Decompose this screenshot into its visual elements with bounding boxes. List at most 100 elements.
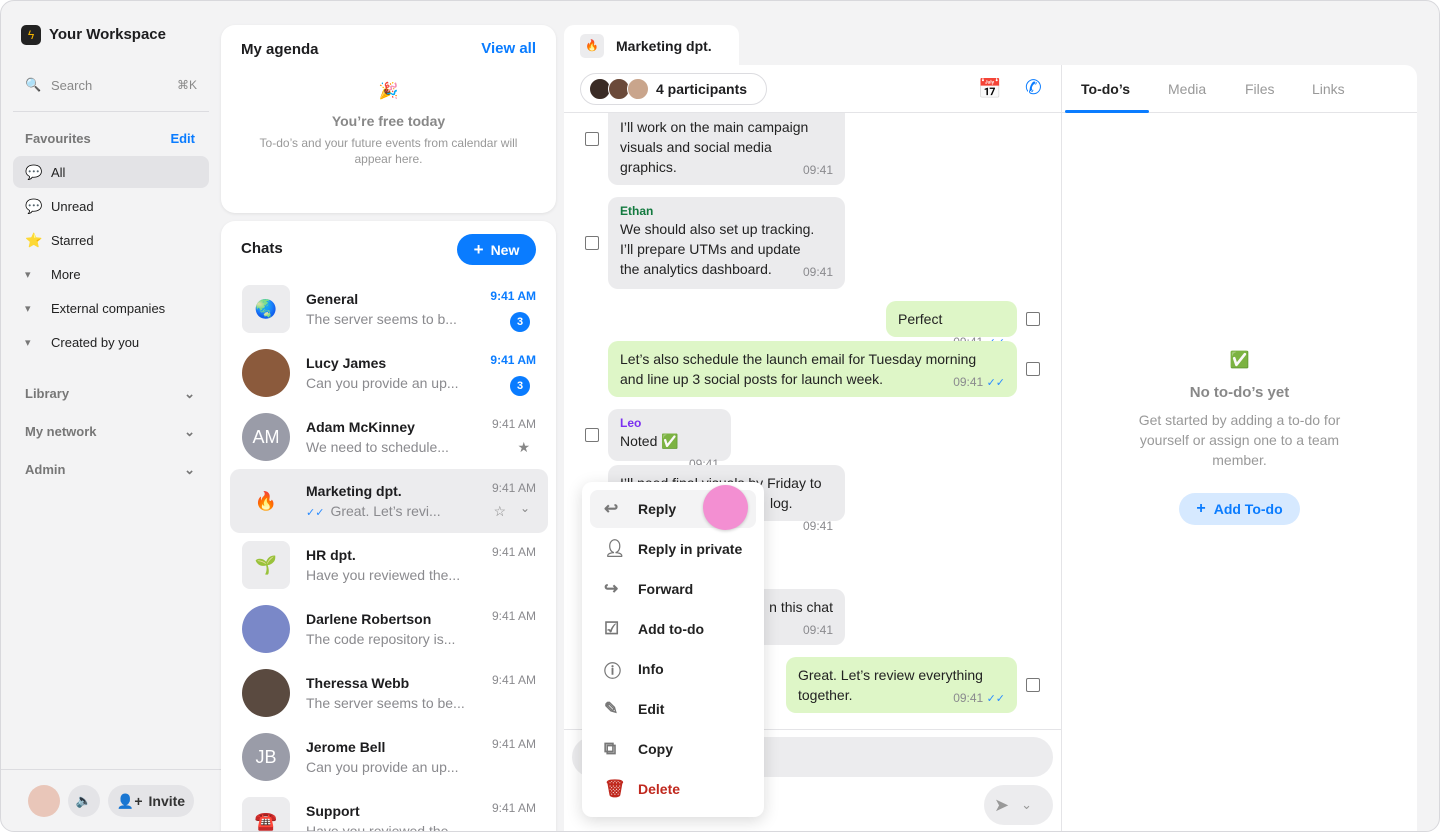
sidebar-item-created-by-you[interactable]: ▾ Created by you [13, 326, 209, 358]
divider [1061, 65, 1062, 831]
chat-time: 9:41 AM [491, 673, 536, 687]
menu-item-edit[interactable]: ✎ Edit [590, 690, 756, 728]
chat-list-item[interactable]: ☎️ Support Have you reviewed the... 9:41… [230, 789, 548, 831]
send-icon: ➤ [994, 794, 1010, 815]
person-icon: 👤︎ [604, 539, 626, 558]
chat-name: Theressa Webb [306, 675, 410, 691]
calendar-add-icon[interactable]: 📅 [978, 77, 1002, 101]
message-checkbox[interactable] [585, 236, 599, 250]
sidebar-item-label: Unread [51, 198, 94, 214]
sidebar-item-external-companies[interactable]: ▾ External companies [13, 292, 209, 324]
message-bubble[interactable]: Great. Let’s review everything together. 0… [786, 657, 1017, 713]
participants-button[interactable]: 4 participants [580, 73, 767, 105]
chevron-down-icon: ⌄ [184, 386, 195, 401]
section-label: My network [25, 424, 97, 439]
unread-badge: 3 [510, 312, 530, 332]
sidebar-item-all[interactable]: 💬 All [13, 156, 209, 188]
party-popper-icon: 🎉 [378, 83, 399, 100]
user-avatar[interactable] [28, 785, 60, 817]
tab-marketing-dpt[interactable]: 🔥 Marketing dpt. [564, 25, 739, 67]
add-user-icon: 👤+ [116, 792, 143, 809]
plus-icon: + [473, 239, 484, 259]
sidebar-item-starred[interactable]: ⭐ Starred [13, 224, 209, 256]
chat-time: 9:41 AM [491, 545, 536, 559]
chat-list-item[interactable]: 🌱 HR dpt. Have you reviewed the... 9:41 … [230, 533, 548, 597]
chat-preview: The code repository is... [306, 631, 456, 647]
sidebar-section-my-network[interactable]: My network ⌄ [25, 424, 195, 440]
chat-name: Lucy James [306, 355, 387, 371]
invite-button[interactable]: 👤+ Invite [108, 785, 194, 817]
sidebar-section-admin[interactable]: Admin ⌄ [25, 462, 195, 478]
menu-item-copy[interactable]: ⧉ Copy [590, 730, 756, 768]
sidebar-item-more[interactable]: ▾ More [13, 258, 209, 290]
chevron-down-icon: ⌄ [184, 462, 195, 477]
tab-todos[interactable]: To-do’s [1081, 81, 1130, 97]
chats-title: Chats [241, 240, 283, 257]
message-bubble[interactable]: Leo Noted ✅ 09:41 [608, 409, 731, 471]
tab-links[interactable]: Links [1312, 81, 1345, 97]
chat-list-item[interactable]: 🔥 Marketing dpt. ✓✓ Great. Let’s revi... … [230, 469, 548, 533]
chat-list-item[interactable]: 🌏 General The server seems to b... 9:41 … [230, 277, 548, 341]
caret-down-icon: ▾ [25, 268, 31, 281]
message-checkbox[interactable] [585, 132, 599, 146]
sidebar-item-label: Starred [51, 232, 94, 248]
message-checkbox[interactable] [1026, 312, 1040, 326]
chat-time: 9:41 AM [491, 609, 536, 623]
message-checkbox[interactable] [1026, 678, 1040, 692]
message-checkbox[interactable] [1026, 362, 1040, 376]
message-checkbox[interactable] [585, 428, 599, 442]
add-todo-button[interactable]: + Add To-do [1179, 493, 1300, 525]
message-bubble[interactable]: Ethan We should also set up tracking. I’ll… [608, 197, 845, 289]
star-icon[interactable]: ★ [517, 439, 530, 456]
info-icon: ⓘ [604, 661, 621, 681]
workspace-name[interactable]: Your Workspace [49, 26, 166, 43]
participant-avatar [627, 78, 649, 100]
view-all-link[interactable]: View all [481, 40, 536, 57]
agenda-empty-title: You’re free today [331, 113, 446, 129]
chat-preview: The server seems to be... [306, 695, 465, 711]
message-bubble[interactable]: I’ll work on the main campaign visuals an… [608, 113, 845, 185]
chat-preview: Have you reviewed the... [306, 567, 461, 583]
todos-empty-text: Get started by adding a to-do for yourse… [1138, 412, 1341, 468]
chat-preview: Can you provide an up... [306, 759, 459, 775]
speaker-icon[interactable]: 🔈 [68, 785, 100, 817]
message-bubble[interactable]: Let’s also schedule the launch email for… [608, 341, 1017, 397]
chat-list-item[interactable]: JB Jerome Bell Can you provide an up... … [230, 725, 548, 789]
sidebar-section-library[interactable]: Library ⌄ [25, 386, 195, 402]
menu-item-forward[interactable]: ↪ Forward [590, 570, 756, 608]
chat-list-item[interactable]: Lucy James Can you provide an up... 9:41… [230, 341, 548, 405]
chat-avatar: 🌏 [242, 285, 290, 333]
search-label: Search [51, 77, 93, 93]
star-outline-icon[interactable]: ☆ [493, 503, 506, 520]
menu-item-info[interactable]: ⓘ Info [590, 650, 756, 688]
phone-icon[interactable]: ✆ [1025, 75, 1042, 100]
tab-files[interactable]: Files [1245, 81, 1275, 97]
new-chat-button[interactable]: + New [457, 234, 536, 265]
chevron-down-icon[interactable]: ⌄ [520, 501, 530, 515]
menu-item-reply-in-private[interactable]: 👤︎ Reply in private [590, 530, 756, 568]
message-bubble[interactable]: Perfect09:41 ✓✓ [886, 301, 1017, 349]
double-check-icon: ✓✓ [986, 377, 1005, 389]
send-button[interactable]: ➤ ⌄ [984, 785, 1053, 825]
tab-media[interactable]: Media [1168, 81, 1206, 97]
chat-list-item[interactable]: AM Adam McKinney We need to schedule... … [230, 405, 548, 469]
menu-item-add-to-do[interactable]: ☑ Add to-do [590, 610, 756, 648]
message-time: 09:41 [802, 623, 833, 637]
edit-favourites-button[interactable]: Edit [170, 131, 195, 146]
sidebar-item-unread[interactable]: 💬 Unread [13, 190, 209, 222]
message-time: 09:41 [802, 265, 833, 279]
menu-item-delete[interactable]: 🗑︎ Delete [590, 770, 756, 808]
favourites-label: Favourites [25, 131, 91, 146]
add-todo-label: Add To-do [1213, 501, 1283, 517]
chat-bubble-icon: 💬 [25, 163, 43, 180]
chat-list-item[interactable]: Theressa Webb The server seems to be... … [230, 661, 548, 725]
message-time: 09:41 [802, 163, 833, 177]
workspace-logo-icon: ϟ [21, 25, 41, 45]
cursor-indicator [703, 485, 748, 530]
app-window: ϟ Your Workspace 🔍 Search ⌘K Favourites E… [0, 0, 1440, 832]
context-menu: ↩ Reply 👤︎ Reply in private ↪ Forward ☑ Add … [582, 482, 764, 817]
divider [1, 769, 221, 770]
message-time: 09:41 [802, 519, 833, 533]
chat-list-item[interactable]: Darlene Robertson The code repository is… [230, 597, 548, 661]
search-button[interactable]: 🔍 Search ⌘K [25, 75, 197, 95]
